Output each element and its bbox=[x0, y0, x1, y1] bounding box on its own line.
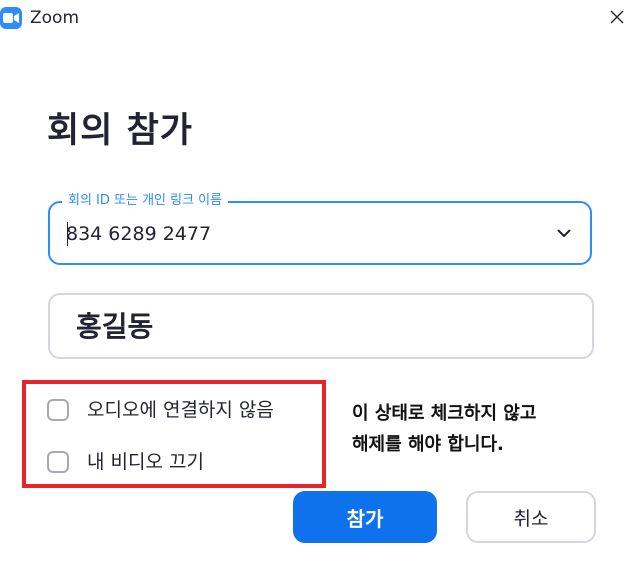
cancel-button[interactable]: 취소 bbox=[466, 491, 596, 543]
video-off-label: 내 비디오 끄기 bbox=[87, 451, 204, 473]
zoom-camera-icon bbox=[0, 7, 22, 29]
join-button[interactable]: 참가 bbox=[293, 491, 437, 543]
meeting-id-combobox[interactable]: 회의 ID 또는 개인 링크 이름 834 6289 2477 bbox=[48, 192, 592, 265]
option-no-audio[interactable]: 오디오에 연결하지 않음 bbox=[47, 397, 274, 423]
chevron-down-icon bbox=[557, 229, 571, 237]
no-audio-checkbox[interactable] bbox=[47, 399, 69, 421]
close-icon bbox=[610, 10, 624, 24]
zoom-join-window: Zoom 회의 참가 회의 ID 또는 개인 링크 이름 834 6289 24… bbox=[0, 0, 638, 568]
meeting-id-label: 회의 ID 또는 개인 링크 이름 bbox=[62, 192, 229, 210]
option-video-off[interactable]: 내 비디오 끄기 bbox=[47, 449, 204, 475]
window-title: Zoom bbox=[30, 8, 80, 28]
text-cursor bbox=[67, 222, 68, 246]
meeting-id-dropdown-button[interactable] bbox=[550, 219, 578, 247]
title-bar: Zoom bbox=[0, 0, 638, 36]
close-button[interactable] bbox=[602, 2, 632, 32]
no-audio-label: 오디오에 연결하지 않음 bbox=[87, 399, 274, 421]
video-off-checkbox[interactable] bbox=[47, 451, 69, 473]
name-field[interactable]: 홍길동 bbox=[48, 293, 594, 359]
meeting-id-input[interactable]: 834 6289 2477 bbox=[66, 221, 211, 247]
page-title: 회의 참가 bbox=[47, 111, 193, 151]
annotation-text: 이 상태로 체크하지 않고 해제를 해야 합니다. bbox=[352, 403, 537, 455]
name-input[interactable]: 홍길동 bbox=[76, 309, 153, 345]
